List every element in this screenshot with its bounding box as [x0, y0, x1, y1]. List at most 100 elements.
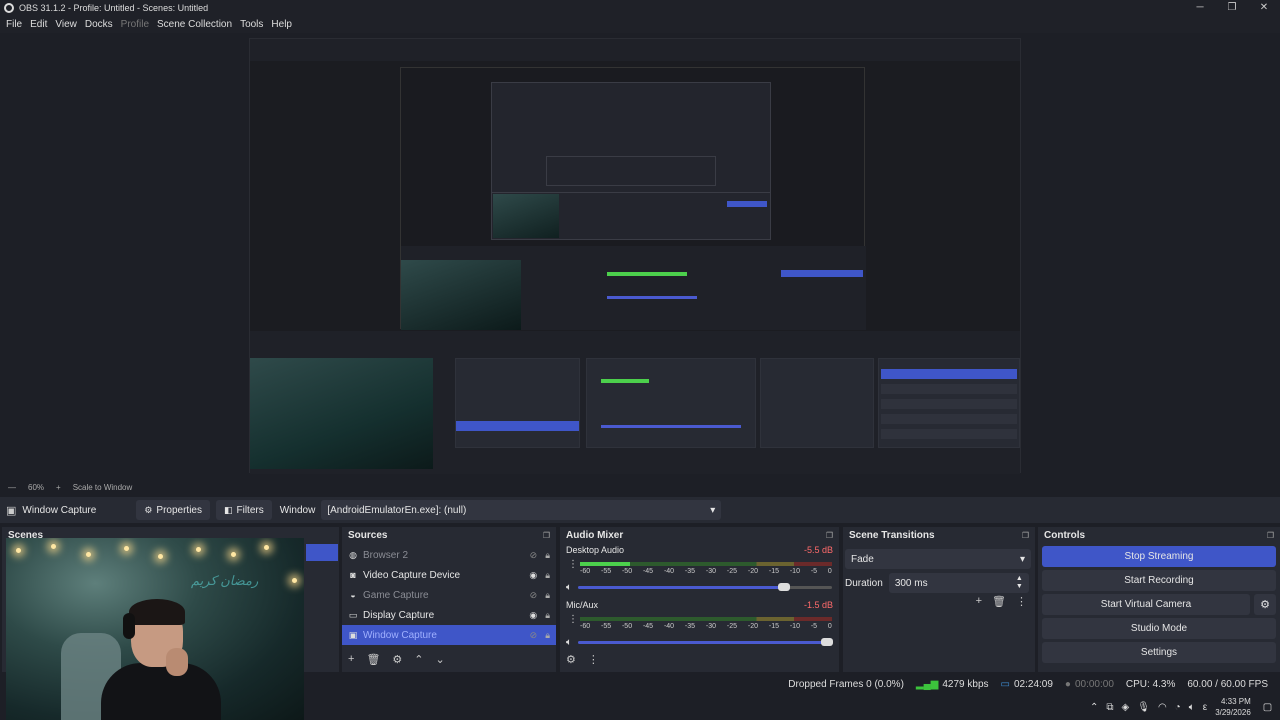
webcam-overlay: رمضان كريم	[6, 538, 304, 720]
filter-icon: ◧	[223, 504, 233, 515]
mixer-title: Audio Mixer	[566, 529, 624, 541]
eye-icon[interactable]: ◉	[529, 610, 537, 621]
restore-button[interactable]: ❐	[1216, 0, 1248, 16]
eye-slash-icon[interactable]: ⊘	[530, 590, 538, 601]
source-item-browser-2[interactable]: ◍ Browser 2 ⊘ 🔒︎	[342, 545, 556, 565]
zoom-in-button[interactable]: +	[56, 483, 61, 492]
menu-tools[interactable]: Tools	[236, 19, 267, 30]
source-name: Video Capture Device	[363, 569, 461, 581]
gear-icon[interactable]: ⚙	[1254, 594, 1276, 615]
start-recording-button[interactable]: Start Recording	[1042, 570, 1276, 591]
nested-sources-panel	[455, 358, 580, 448]
more-icon[interactable]: ⋮	[588, 653, 599, 666]
window-select-value: [AndroidEmulatorEn.exe]: (null)	[327, 504, 467, 516]
lock-icon[interactable]: 🔒︎	[545, 550, 550, 561]
settings-button[interactable]: Settings	[1042, 642, 1276, 663]
deep-meter	[607, 272, 687, 276]
undock-icon[interactable]: ❐	[543, 531, 550, 540]
chevron-down-icon: ▾	[710, 504, 716, 516]
bitrate: 4279 kbps	[942, 678, 989, 690]
source-item-window-capture[interactable]: ▣ Window Capture ⊘ 🔒︎	[342, 625, 556, 645]
eye-slash-icon[interactable]: ⊘	[530, 630, 538, 641]
trash-icon[interactable]: 🗑︎	[366, 653, 380, 666]
menu-docks[interactable]: Docks	[81, 19, 117, 30]
properties-button[interactable]: ⚙ Properties	[136, 500, 210, 520]
zoom-out-button[interactable]: —	[8, 483, 16, 492]
stop-streaming-button[interactable]: Stop Streaming	[1042, 546, 1276, 567]
menu-edit[interactable]: Edit	[26, 19, 51, 30]
preview-canvas[interactable]	[0, 33, 1280, 478]
transition-select[interactable]: Fade ▾	[845, 549, 1031, 569]
language-indicator[interactable]: ε	[1203, 702, 1207, 713]
scale-mode[interactable]: Scale to Window	[73, 483, 133, 492]
volume-knob[interactable]	[820, 638, 833, 646]
undock-icon[interactable]: ❐	[1022, 531, 1029, 540]
volume-slider[interactable]	[578, 638, 833, 646]
spinner-icon[interactable]: ▲ ▼	[1016, 575, 1023, 591]
audio-meter	[580, 617, 832, 621]
volume-slider[interactable]	[578, 583, 832, 591]
lock-icon[interactable]: 🔒︎	[545, 630, 550, 641]
menu-scene-collection[interactable]: Scene Collection	[153, 19, 236, 30]
record-icon: ●	[1064, 678, 1071, 690]
clock[interactable]: 4:33 PM 3/29/2026	[1215, 696, 1251, 718]
close-button[interactable]: ✕	[1248, 0, 1280, 16]
lock-icon[interactable]: 🔒︎	[545, 610, 550, 621]
add-source-icon[interactable]: +	[348, 653, 354, 666]
volume-icon[interactable]: 🔈︎	[1189, 702, 1195, 713]
trash-icon[interactable]: 🗑︎	[992, 595, 1006, 608]
shield-icon[interactable]: ◈	[1122, 702, 1130, 713]
undock-icon[interactable]: ❐	[826, 531, 833, 540]
sources-footer: + 🗑︎ ⚙ ⌃ ⌄	[348, 653, 445, 666]
network-icon[interactable]: ⧉	[1106, 702, 1113, 713]
gear-icon[interactable]: ⚙	[392, 653, 402, 666]
studio-mode-button[interactable]: Studio Mode	[1042, 618, 1276, 639]
lock-icon[interactable]: 🔒︎	[545, 590, 550, 601]
filters-button[interactable]: ◧ Filters	[215, 500, 272, 520]
controls-dock: Controls ❐ Stop Streaming Start Recordin…	[1038, 527, 1280, 672]
volume-knob[interactable]	[777, 583, 790, 591]
microphone-icon[interactable]: 🎙︎	[1137, 702, 1150, 713]
start-virtual-camera-button[interactable]: Start Virtual Camera	[1042, 594, 1250, 615]
nested-selected-source	[456, 421, 579, 431]
window-select[interactable]: [AndroidEmulatorEn.exe]: (null) ▾	[321, 500, 722, 520]
menu-help[interactable]: Help	[267, 19, 296, 30]
headset-icon[interactable]: ◠	[1158, 702, 1167, 713]
chevron-up-icon[interactable]: ⌃	[1090, 702, 1098, 713]
menu-profile[interactable]: Profile	[117, 19, 153, 30]
source-name: Browser 2	[363, 549, 409, 561]
lock-icon[interactable]: 🔒︎	[545, 570, 550, 581]
title-bar: OBS 31.1.2 - Profile: Untitled - Scenes:…	[0, 0, 1280, 16]
add-transition-icon[interactable]: +	[976, 595, 982, 608]
duration-input[interactable]: 300 ms ▲ ▼	[888, 573, 1029, 593]
source-item-display-capture[interactable]: ▭ Display Capture ◉ 🔒︎	[342, 605, 556, 625]
more-icon[interactable]: ⋮	[568, 559, 578, 570]
source-item-game-capture[interactable]: ◒ Game Capture ⊘ 🔒︎	[342, 585, 556, 605]
status-bar: Dropped Frames 0 (0.0%) ▂▄▆ 4279 kbps ▭ …	[300, 674, 1280, 694]
fps: 60.00 / 60.00 FPS	[1187, 678, 1268, 690]
more-icon[interactable]: ⋮	[568, 614, 578, 625]
gamepad-icon: ◒	[350, 590, 356, 600]
scene-item-selected[interactable]	[306, 544, 338, 561]
advanced-audio-icon[interactable]: ⚙	[566, 653, 576, 666]
wifi-icon[interactable]: ◔	[1175, 702, 1181, 713]
menu-file[interactable]: File	[2, 19, 26, 30]
nested-webcam	[250, 358, 433, 469]
speaker-icon[interactable]: 🔈︎	[566, 582, 572, 593]
undock-icon[interactable]: ❐	[1267, 531, 1274, 540]
nested-preview	[250, 61, 1020, 331]
source-item-video-capture[interactable]: ◙ Video Capture Device ◉ 🔒︎	[342, 565, 556, 585]
sources-title: Sources	[348, 529, 388, 541]
source-name: Game Capture	[363, 589, 429, 601]
move-down-icon[interactable]: ⌄	[436, 653, 445, 666]
minimize-button[interactable]: ─	[1184, 0, 1216, 16]
eye-icon[interactable]: ◉	[529, 570, 537, 581]
move-up-icon[interactable]: ⌃	[414, 653, 423, 666]
menu-view[interactable]: View	[51, 19, 81, 30]
notification-icon[interactable]: ▢	[1263, 702, 1272, 713]
more-icon[interactable]: ⋮	[1016, 595, 1027, 608]
nested-fader	[601, 425, 741, 428]
eye-slash-icon[interactable]: ⊘	[530, 550, 538, 561]
source-name: Display Capture	[363, 609, 435, 621]
speaker-icon[interactable]: 🔈︎	[566, 637, 572, 648]
